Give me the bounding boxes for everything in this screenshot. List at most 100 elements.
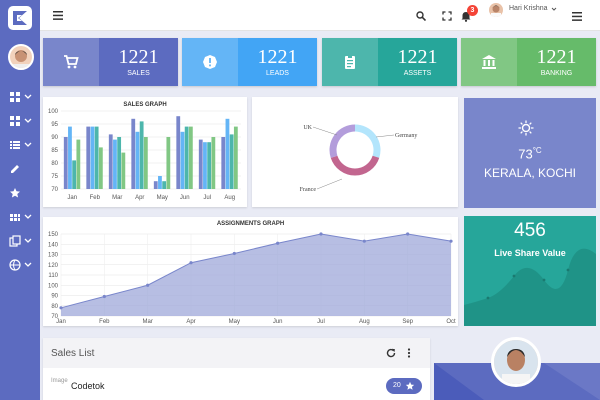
stat-icon-panel <box>43 38 99 86</box>
bar <box>229 134 234 189</box>
list-item-image: Image <box>51 378 68 384</box>
live-share-card: 456 Live Share Value <box>464 216 596 326</box>
fullscreen-icon[interactable] <box>442 11 452 21</box>
list-item-count: 20 <box>393 382 401 389</box>
stat-value: 1221 <box>257 46 298 68</box>
bar <box>158 176 162 189</box>
search-icon[interactable] <box>416 11 426 21</box>
bar <box>207 142 212 189</box>
stat-value-panel: 1221 LEADS <box>238 38 317 86</box>
x-tick-label: Jan <box>67 195 77 201</box>
bar <box>211 137 216 189</box>
bar <box>221 137 226 189</box>
list-item-name[interactable]: Codetok <box>71 381 105 391</box>
alert-icon <box>203 55 217 69</box>
y-tick-label: 70 <box>51 187 58 193</box>
temperature-value: 73 <box>518 146 533 162</box>
sidebar-item-apps[interactable] <box>9 115 35 129</box>
bar <box>63 137 68 189</box>
sales-list-card: Sales List Image Codetok <box>43 338 430 400</box>
chevron-down-icon <box>24 214 32 219</box>
more-vertical-icon[interactable] <box>407 348 411 358</box>
stat-label: ASSETS <box>403 70 432 77</box>
chevron-down-icon <box>24 262 32 267</box>
user-avatar[interactable] <box>489 3 503 17</box>
y-tick-label: 140 <box>48 242 59 248</box>
y-tick-label: 85 <box>51 148 58 154</box>
y-tick-label: 100 <box>48 109 59 115</box>
apps-icon <box>10 116 20 126</box>
bar <box>162 181 167 189</box>
stat-value: 1221 <box>536 46 577 68</box>
data-point <box>102 294 106 299</box>
star-icon <box>10 188 20 198</box>
stat-card-leads[interactable]: 1221 LEADS <box>182 38 317 86</box>
x-tick-label: May <box>157 195 168 201</box>
grid-icon <box>10 214 20 221</box>
refresh-icon[interactable] <box>386 348 396 358</box>
sales-graph: 70 75 80 85 90 95 100 Jan Feb Mar Apr May Jun Jul Aug <box>48 109 241 201</box>
donut-leader-line <box>312 126 338 136</box>
bar <box>86 126 91 189</box>
x-tick-label: Apr <box>186 319 195 325</box>
sidebar <box>0 0 40 400</box>
sun-icon <box>518 120 534 136</box>
stat-card-assets[interactable]: 1221 ASSETS <box>322 38 457 86</box>
x-tick-label: Oct <box>446 319 456 325</box>
donut-chart-card: UK Germany France <box>252 97 458 207</box>
sidebar-item-grid[interactable] <box>9 211 35 225</box>
chevron-down-icon <box>24 238 32 243</box>
bar <box>233 126 238 189</box>
user-name[interactable]: Hari Krishna <box>509 5 548 12</box>
bar <box>198 139 203 189</box>
x-tick-label: May <box>229 319 240 325</box>
x-tick-label: Mar <box>142 319 152 325</box>
app-logo[interactable] <box>8 6 32 30</box>
bar <box>135 131 140 189</box>
bar <box>143 137 148 189</box>
list-icon <box>10 141 20 149</box>
y-tick-label: 90 <box>51 135 58 141</box>
stat-icon-panel <box>322 38 378 86</box>
sales-graph-card: SALES GRAPH 70 75 80 85 90 95 100 Jan Feb Mar Apr M… <box>43 97 247 207</box>
chevron-down-icon[interactable] <box>551 6 557 12</box>
donut-label: UK <box>303 125 312 131</box>
bar <box>98 147 103 189</box>
data-point <box>232 251 236 256</box>
bar <box>68 126 72 189</box>
bar <box>184 126 189 189</box>
bar <box>203 142 207 189</box>
x-tick-label: Aug <box>224 195 235 201</box>
star-icon <box>405 381 415 390</box>
donut-slice <box>330 155 380 176</box>
profile-avatar[interactable] <box>491 337 541 387</box>
temperature-readout: 73°C <box>464 146 596 161</box>
y-tick-label: 80 <box>51 161 58 167</box>
sidebar-item-list[interactable] <box>9 139 35 153</box>
sidebar-item-favorites[interactable] <box>9 187 35 201</box>
temperature-unit: °C <box>532 146 542 155</box>
y-tick-label: 130 <box>48 253 59 259</box>
more-menu-icon[interactable] <box>572 12 582 21</box>
sidebar-item-dashboard[interactable] <box>9 91 35 105</box>
menu-icon[interactable] <box>53 11 63 20</box>
donut-chart: UK Germany France <box>300 124 417 193</box>
stat-card-sales[interactable]: 1221 SALES <box>43 38 178 86</box>
x-tick-label: Aug <box>359 319 370 325</box>
stat-card-banking[interactable]: 1221 BANKING <box>461 38 596 86</box>
x-tick-label: Jan <box>56 319 66 325</box>
y-tick-label: 95 <box>51 122 58 128</box>
stat-icon-panel <box>461 38 517 86</box>
bar <box>131 118 136 189</box>
list-item-count-badge[interactable]: 20 <box>386 378 422 394</box>
sidebar-item-edit[interactable] <box>9 163 35 177</box>
weather-location: KERALA, KOCHI <box>483 166 577 180</box>
sidebar-item-globe[interactable] <box>9 259 35 273</box>
notification-badge: 3 <box>467 5 478 16</box>
y-tick-label: 120 <box>48 263 59 269</box>
bar <box>153 181 158 189</box>
y-tick-label: 90 <box>51 294 58 300</box>
sidebar-item-pages[interactable] <box>9 235 35 249</box>
bar <box>117 137 122 189</box>
sidebar-avatar[interactable] <box>8 44 34 70</box>
